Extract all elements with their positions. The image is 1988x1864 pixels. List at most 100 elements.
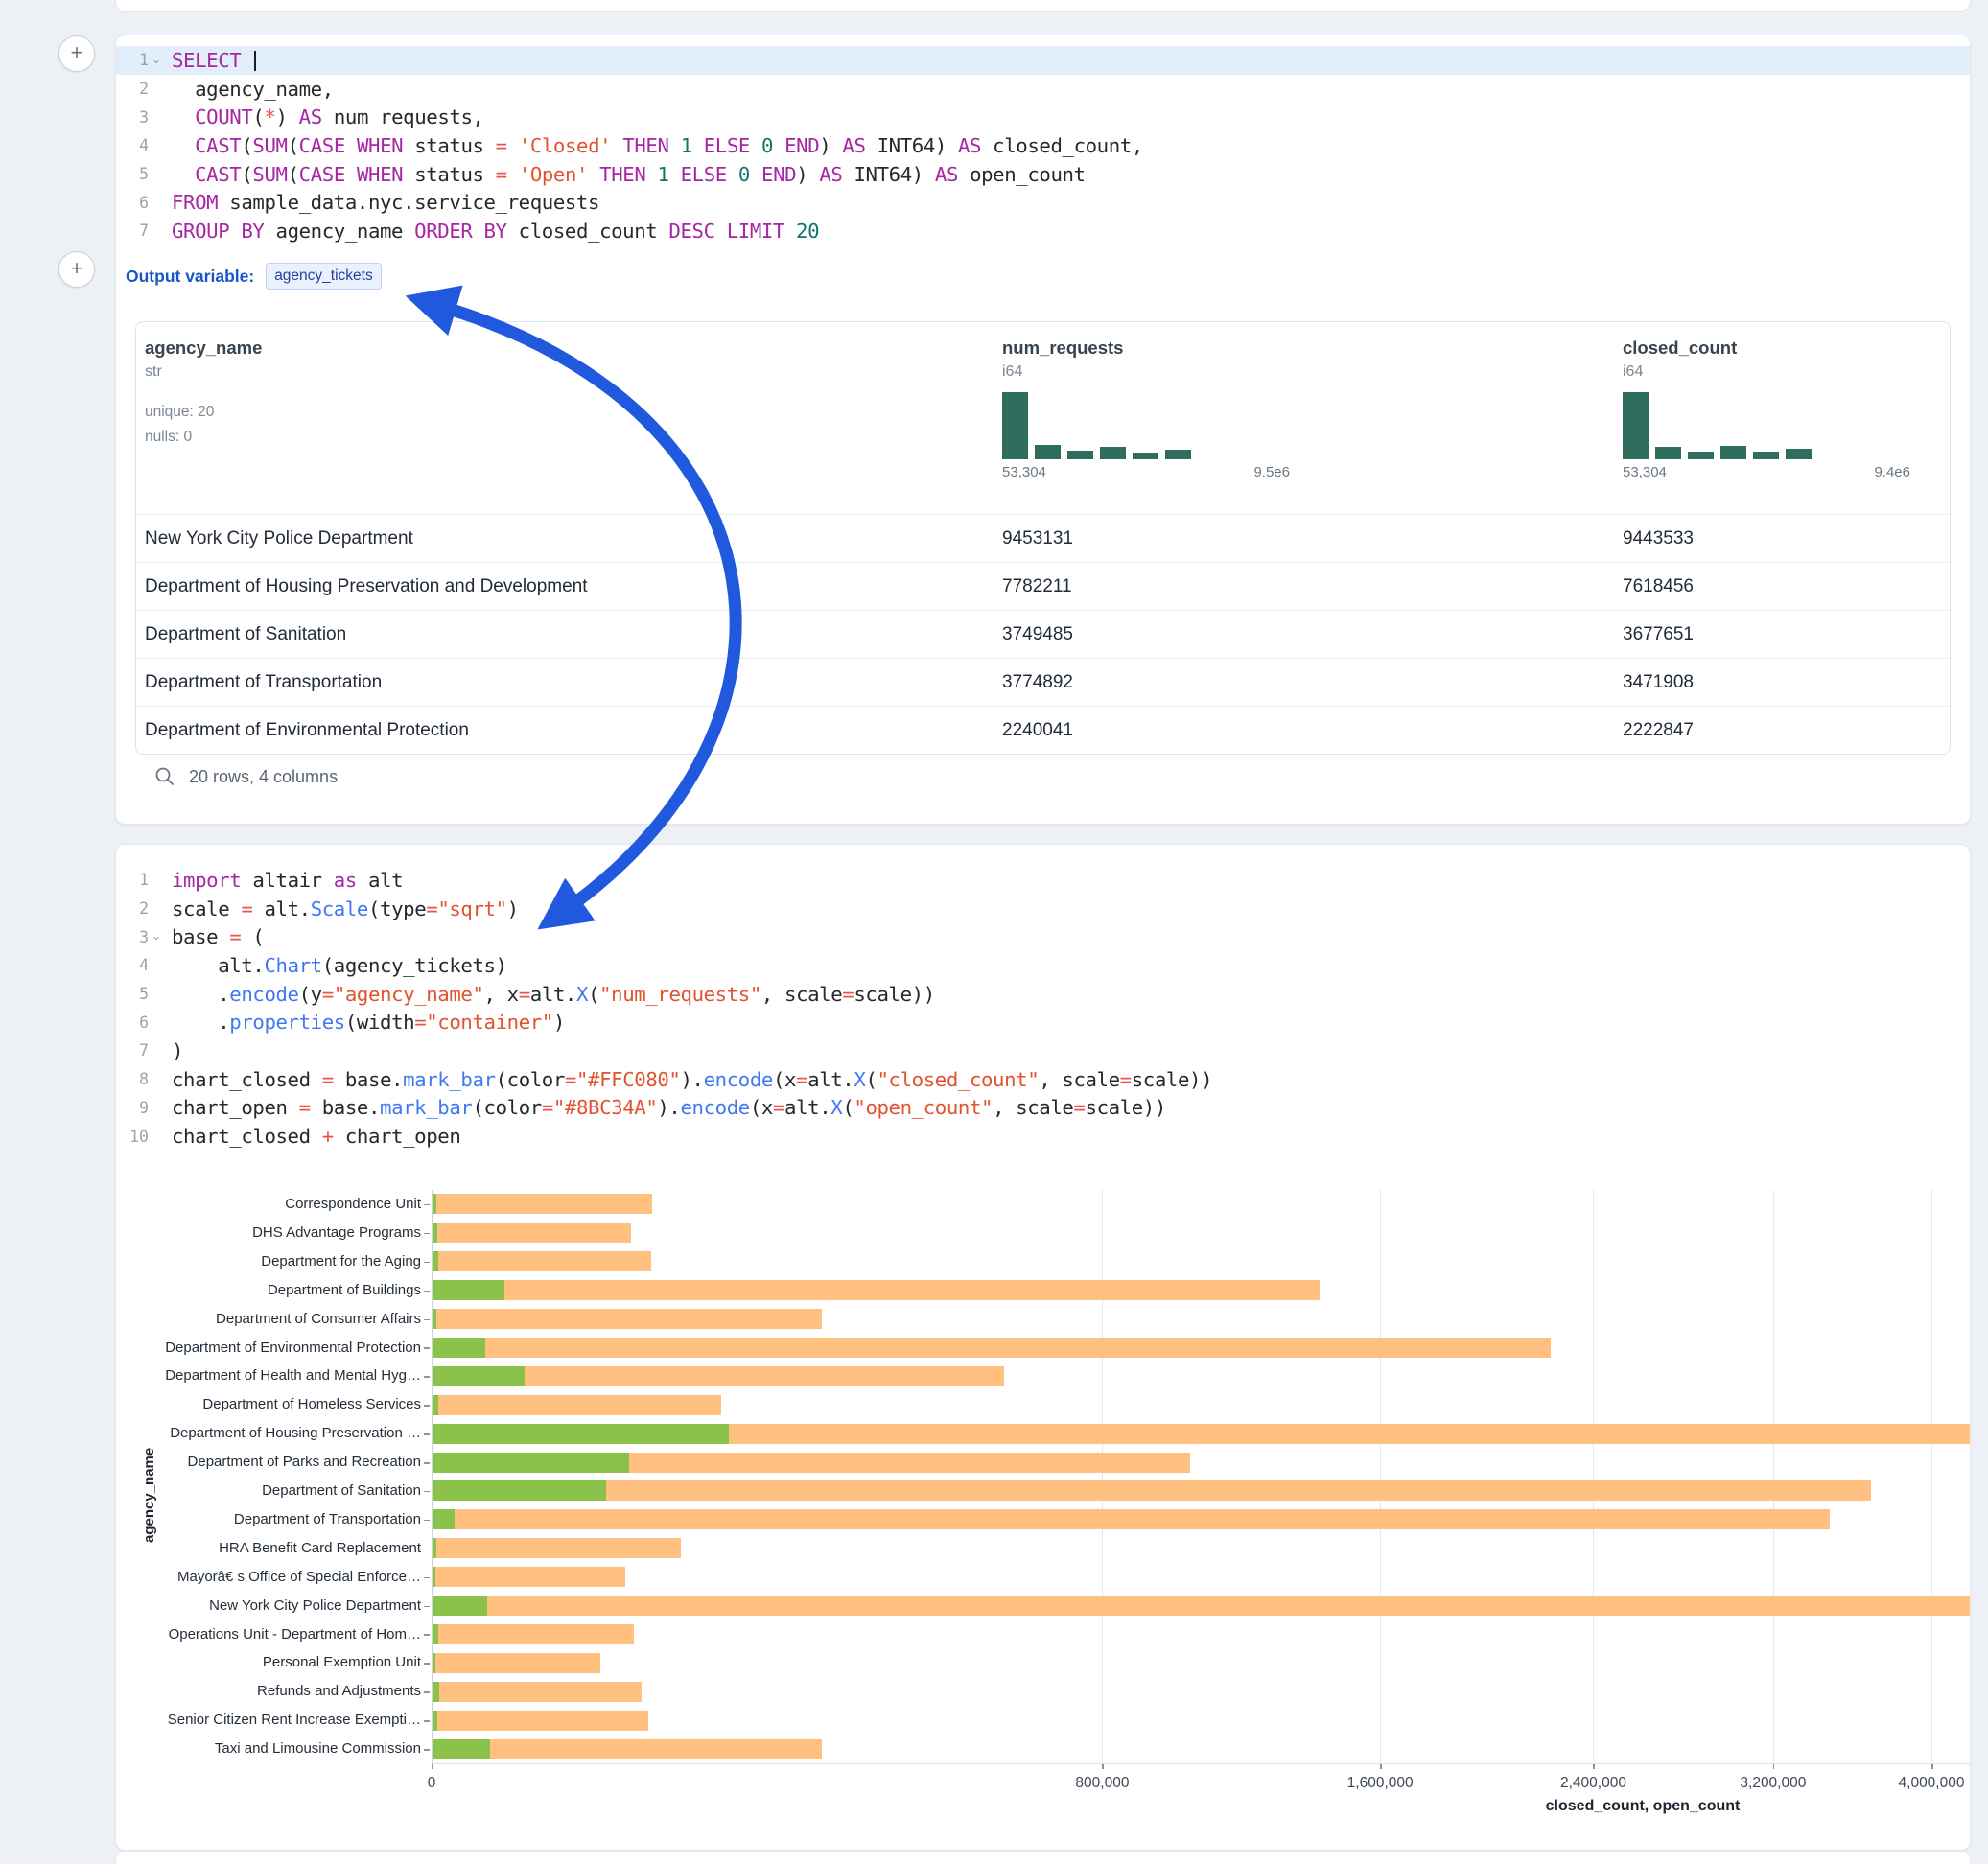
code-line[interactable]: 6FROM sample_data.nyc.service_requests bbox=[116, 188, 1970, 217]
python-cell: 1import altair as alt2scale = alt.Scale(… bbox=[115, 844, 1971, 1851]
line-number: 7 bbox=[139, 221, 149, 240]
bar-open bbox=[433, 1223, 437, 1243]
line-gutter: 1⌄ bbox=[116, 46, 164, 75]
line-number: 6 bbox=[139, 194, 149, 212]
output-variable-chip[interactable]: agency_tickets bbox=[266, 263, 382, 290]
fold-caret-icon[interactable]: ⌄ bbox=[149, 46, 164, 75]
code-token bbox=[645, 163, 657, 186]
add-cell-button[interactable]: + bbox=[58, 251, 95, 288]
code-token: COUNT bbox=[195, 105, 252, 128]
line-number: 2 bbox=[139, 80, 149, 98]
bar-closed bbox=[433, 1624, 634, 1644]
histogram-range: 53,3049.5e6 bbox=[1002, 464, 1290, 480]
code-text: GROUP BY agency_name ORDER BY closed_cou… bbox=[164, 220, 819, 243]
bar-closed bbox=[433, 1480, 1871, 1501]
code-token: ( bbox=[252, 105, 264, 128]
table-row[interactable]: Department of Transportation377489234719… bbox=[136, 658, 1950, 706]
code-token bbox=[172, 105, 195, 128]
y-tick-icon bbox=[424, 1291, 430, 1293]
y-axis-label: Taxi and Limousine Commission bbox=[116, 1740, 421, 1757]
y-axis-label: Mayorâ€ s Office of Special Enforce… bbox=[116, 1569, 421, 1585]
column-header[interactable]: num_requestsi6453,3049.5e6 bbox=[994, 322, 1614, 514]
code-token: ( bbox=[288, 163, 299, 186]
code-token: closed_count, bbox=[981, 134, 1143, 157]
code-line[interactable]: 4 CAST(SUM(CASE WHEN status = 'Closed' T… bbox=[116, 131, 1970, 160]
gridline bbox=[1773, 1190, 1774, 1763]
bar-closed bbox=[433, 1251, 651, 1271]
histogram bbox=[1002, 392, 1290, 459]
code-token: AS bbox=[958, 134, 981, 157]
code-token: SUM bbox=[252, 163, 287, 186]
gridline bbox=[432, 1190, 433, 1763]
bar-open bbox=[433, 1653, 435, 1673]
table-row[interactable]: Department of Sanitation37494853677651 bbox=[136, 610, 1950, 658]
gridline bbox=[1931, 1190, 1932, 1763]
code-token bbox=[507, 163, 519, 186]
column-header[interactable]: agency_namestrunique: 20nulls: 0 bbox=[136, 322, 994, 514]
code-token: INT64) bbox=[842, 163, 934, 186]
gridline bbox=[1102, 1190, 1103, 1763]
table-row[interactable]: New York City Police Department945313194… bbox=[136, 514, 1950, 562]
code-token: SELECT bbox=[172, 49, 241, 72]
y-tick-icon bbox=[424, 1577, 430, 1579]
code-token bbox=[172, 134, 195, 157]
bar-closed bbox=[433, 1309, 822, 1329]
y-axis-label: Department of Environmental Protection bbox=[116, 1340, 421, 1356]
code-token bbox=[345, 163, 357, 186]
code-token: AS bbox=[819, 163, 842, 186]
y-tick-icon bbox=[424, 1262, 430, 1264]
search-icon[interactable] bbox=[154, 766, 175, 787]
code-token bbox=[727, 163, 738, 186]
bar-closed bbox=[433, 1194, 652, 1214]
stat-line: nulls: 0 bbox=[145, 425, 994, 450]
code-token: num_requests, bbox=[322, 105, 484, 128]
bar-open bbox=[433, 1509, 455, 1529]
bar-closed bbox=[433, 1509, 1830, 1529]
code-token: THEN bbox=[599, 163, 645, 186]
range-min-label: 53,304 bbox=[1002, 464, 1046, 480]
table-cell: 3749485 bbox=[994, 624, 1614, 645]
line-gutter: 6 bbox=[116, 194, 164, 212]
y-tick-icon bbox=[424, 1405, 430, 1407]
table-row[interactable]: Department of Housing Preservation and D… bbox=[136, 562, 1950, 610]
bar-closed bbox=[433, 1338, 1551, 1358]
bar-open bbox=[433, 1424, 729, 1444]
code-token: sample_data.nyc.service_requests bbox=[218, 191, 599, 214]
column-type: i64 bbox=[1623, 363, 1950, 381]
y-axis-label: Refunds and Adjustments bbox=[116, 1683, 421, 1699]
code-token bbox=[773, 134, 784, 157]
code-token: WHEN bbox=[357, 163, 403, 186]
code-token: = bbox=[496, 163, 507, 186]
table-cell: 3471908 bbox=[1614, 672, 1950, 693]
bar-open bbox=[433, 1366, 525, 1386]
code-line[interactable]: 7 GROUP BY agency_name ORDER BY closed_co… bbox=[116, 217, 1970, 245]
code-line[interactable]: 5 CAST(SUM(CASE WHEN status = 'Open' THE… bbox=[116, 160, 1970, 189]
code-token: 1 bbox=[657, 163, 668, 186]
code-line[interactable]: 1⌄ SELECT bbox=[116, 46, 1970, 75]
code-token: 0 bbox=[738, 163, 750, 186]
y-tick-icon bbox=[424, 1549, 430, 1550]
code-token: AS bbox=[842, 134, 865, 157]
y-tick-icon bbox=[424, 1634, 430, 1636]
table-row[interactable]: Department of Environmental Protection22… bbox=[136, 706, 1950, 754]
bar-closed bbox=[433, 1280, 1320, 1300]
code-token: ) bbox=[819, 134, 842, 157]
column-name: closed_count bbox=[1623, 338, 1950, 359]
add-cell-button[interactable]: + bbox=[58, 35, 95, 72]
code-token bbox=[507, 134, 519, 157]
code-token: THEN bbox=[622, 134, 668, 157]
y-tick-icon bbox=[424, 1319, 430, 1321]
notebook-page: + + 1⌄SELECT 2 agency_name,3 COUNT(*) AS… bbox=[0, 0, 1988, 1864]
column-header[interactable]: closed_counti6453,3049.4e6 bbox=[1614, 322, 1950, 514]
table-cell: Department of Sanitation bbox=[136, 624, 994, 645]
code-line[interactable]: 3 COUNT(*) AS num_requests, bbox=[116, 103, 1970, 131]
table-cell: 9443533 bbox=[1614, 528, 1950, 549]
bar-open bbox=[433, 1251, 438, 1271]
y-axis-label: Department of Buildings bbox=[116, 1282, 421, 1298]
code-token: CASE bbox=[299, 134, 345, 157]
code-token: status bbox=[403, 163, 495, 186]
code-line[interactable]: 2 agency_name, bbox=[116, 75, 1970, 104]
sql-cell: 1⌄SELECT 2 agency_name,3 COUNT(*) AS num… bbox=[115, 35, 1971, 825]
code-token: 'Closed' bbox=[519, 134, 611, 157]
sql-editor[interactable]: 1⌄SELECT 2 agency_name,3 COUNT(*) AS num… bbox=[116, 46, 1970, 245]
